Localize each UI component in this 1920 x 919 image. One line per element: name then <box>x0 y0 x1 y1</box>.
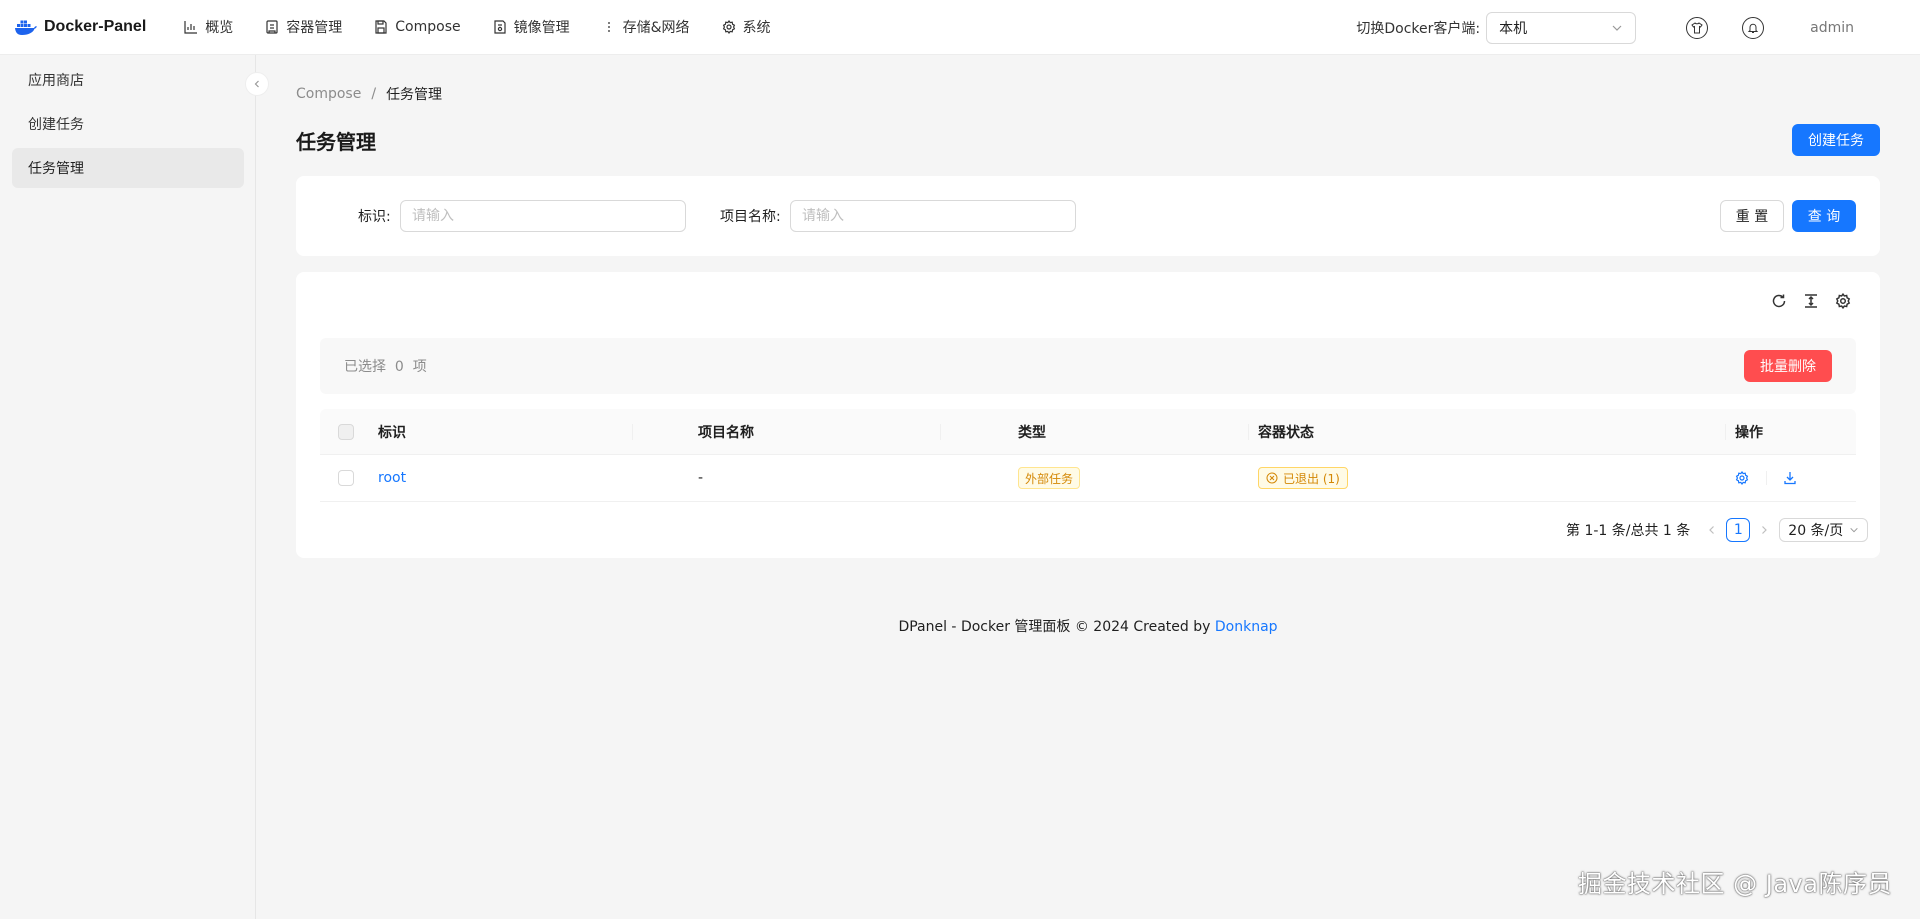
id-label: 标识: <box>358 209 391 225</box>
chevron-right-icon[interactable] <box>1758 524 1770 536</box>
query-button[interactable]: 查 询 <box>1792 200 1856 232</box>
sidebar-item-app-store[interactable]: 应用商店 <box>12 60 244 100</box>
row-type-cell: 外部任务 <box>1018 455 1081 501</box>
project-name-label: 项目名称: <box>720 209 781 225</box>
breadcrumb-current: 任务管理 <box>386 87 443 103</box>
header-id: 标识 <box>378 424 406 441</box>
breadcrumb-parent[interactable]: Compose <box>296 86 361 102</box>
nav-item-storage-network[interactable]: 存储&网络 <box>586 0 706 55</box>
notification-button[interactable] <box>1742 16 1765 39</box>
download-icon[interactable] <box>1783 471 1797 485</box>
column-divider <box>632 424 633 440</box>
chevron-left-icon[interactable] <box>1706 524 1718 536</box>
nav-label: Compose <box>395 19 461 35</box>
main-nav: 概览 容器管理 Compose 镜像管理 存储&网络 系统 <box>168 0 786 55</box>
close-circle-icon <box>1266 472 1278 484</box>
footer-text: DPanel - Docker 管理面板 © 2024 Created by <box>898 619 1215 635</box>
theme-button[interactable] <box>1686 16 1709 39</box>
type-tag: 外部任务 <box>1018 467 1081 489</box>
nav-label: 系统 <box>742 20 771 36</box>
column-divider <box>1248 424 1249 440</box>
pagination-summary: 第 1-1 条/总共 1 条 <box>1566 523 1691 539</box>
action-divider <box>1766 471 1767 485</box>
row-checkbox[interactable] <box>338 470 354 486</box>
select-all-cell <box>338 409 354 454</box>
reload-icon[interactable] <box>1771 293 1787 309</box>
breadcrumb-separator: / <box>371 86 377 102</box>
sidebar-collapse-button[interactable] <box>245 72 269 96</box>
chevron-down-icon <box>1611 22 1623 34</box>
batch-delete-button[interactable]: 批量删除 <box>1744 350 1832 382</box>
watermark: 掘金技术社区 @ Java陈序员 <box>1578 870 1892 898</box>
page-number-current[interactable]: 1 <box>1726 518 1751 542</box>
sidebar-item-label: 创建任务 <box>28 117 84 133</box>
top-header: Docker-Panel 概览 容器管理 Compose 镜像管理 存储&网络 … <box>0 0 1920 55</box>
image-icon <box>493 20 507 34</box>
docker-client-select[interactable]: 本机 <box>1486 11 1637 44</box>
gear-icon <box>722 20 736 34</box>
app-name: Docker-Panel <box>44 18 147 35</box>
row-actions-cell <box>1735 455 1797 501</box>
column-divider <box>940 424 941 440</box>
pagination: 第 1-1 条/总共 1 条 1 20 条/页 <box>1566 518 1869 542</box>
setting-icon[interactable] <box>1735 471 1749 485</box>
docker-client-label: 切换Docker客户端: <box>1356 20 1481 37</box>
reset-button[interactable]: 重 置 <box>1720 200 1784 232</box>
header-project-name: 项目名称 <box>698 424 754 441</box>
docker-client-value: 本机 <box>1499 20 1528 37</box>
nav-item-overview[interactable]: 概览 <box>168 0 249 55</box>
nav-label: 存储&网络 <box>622 20 690 36</box>
nav-item-compose[interactable]: Compose <box>358 0 476 55</box>
breadcrumb: Compose / 任务管理 <box>296 84 442 104</box>
header-type: 类型 <box>1018 424 1046 441</box>
table-row: root - 外部任务 已退出 (1) <box>320 455 1856 502</box>
column-divider <box>1725 424 1726 440</box>
sidebar-item-label: 任务管理 <box>28 161 84 177</box>
docker-whale-icon <box>14 18 38 36</box>
selection-bar: 已选择 0 项 批量删除 <box>320 338 1856 394</box>
chevron-down-icon <box>1849 525 1859 535</box>
setting-icon[interactable] <box>1835 293 1851 309</box>
nav-label: 容器管理 <box>286 20 343 36</box>
row-select-cell <box>338 455 354 501</box>
status-badge: 已退出 (1) <box>1258 467 1348 489</box>
sidebar-item-task-management[interactable]: 任务管理 <box>12 148 244 188</box>
footer-author-link[interactable]: Donknap <box>1215 619 1278 635</box>
sidebar-item-label: 应用商店 <box>28 73 84 89</box>
create-task-button[interactable]: 创建任务 <box>1792 124 1880 156</box>
sidebar: 应用商店 创建任务 任务管理 <box>0 55 269 919</box>
select-all-checkbox[interactable] <box>338 423 354 440</box>
nav-label: 镜像管理 <box>513 20 570 36</box>
footer: DPanel - Docker 管理面板 © 2024 Created by D… <box>256 616 1920 636</box>
table-header: 标识 项目名称 类型 容器状态 操作 <box>320 409 1856 455</box>
header-container-status: 容器状态 <box>1258 424 1314 441</box>
user-name[interactable]: admin <box>1810 20 1854 36</box>
nav-item-system[interactable]: 系统 <box>706 0 787 55</box>
bell-icon <box>1747 22 1759 34</box>
page-size-value: 20 条/页 <box>1788 523 1844 539</box>
row-status-cell: 已退出 (1) <box>1258 455 1348 501</box>
status-text: 已退出 (1) <box>1283 471 1340 486</box>
row-project-name: - <box>698 470 704 486</box>
header-actions: 操作 <box>1735 424 1763 441</box>
logo[interactable]: Docker-Panel <box>14 0 146 55</box>
row-id-link[interactable]: root <box>378 455 406 501</box>
page-title: 任务管理 <box>296 130 376 154</box>
nav-label: 概览 <box>205 20 234 36</box>
chart-icon <box>184 20 198 34</box>
nav-item-containers[interactable]: 容器管理 <box>249 0 358 55</box>
sidebar-item-create-task[interactable]: 创建任务 <box>12 104 244 144</box>
id-search-input[interactable] <box>400 200 686 232</box>
tshirt-icon <box>1691 21 1703 34</box>
more-vertical-icon <box>602 20 616 34</box>
chevron-left-icon <box>252 79 262 89</box>
selection-count: 已选择 0 项 <box>344 359 427 375</box>
nav-item-images[interactable]: 镜像管理 <box>477 0 586 55</box>
page-size-select[interactable]: 20 条/页 <box>1779 518 1869 542</box>
compose-icon <box>374 20 388 34</box>
project-name-search-input[interactable] <box>790 200 1076 232</box>
column-height-icon[interactable] <box>1803 293 1819 309</box>
container-icon <box>265 20 279 34</box>
